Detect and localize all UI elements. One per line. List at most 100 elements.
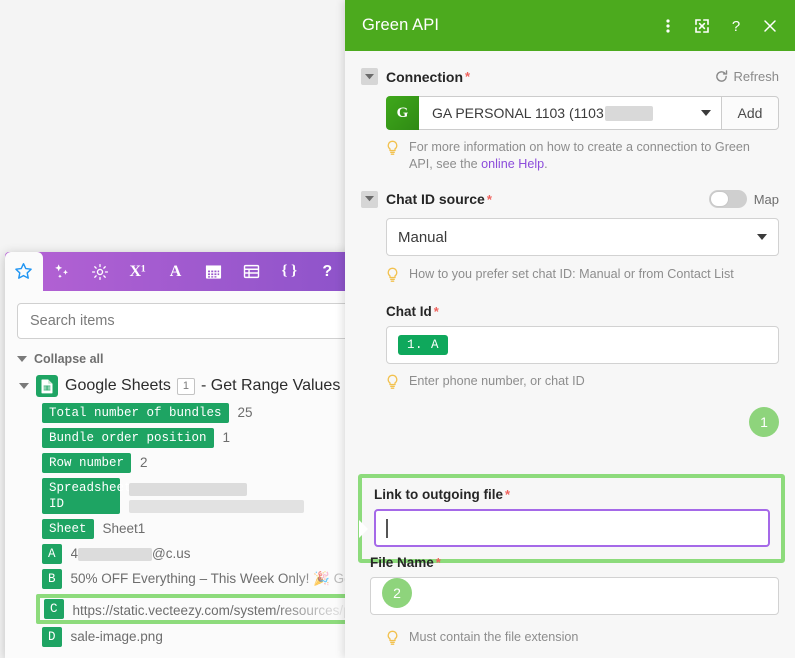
close-icon[interactable] <box>761 17 779 35</box>
item-chip[interactable]: Spreadsheet ID <box>42 478 120 514</box>
help-icon[interactable]: ? <box>727 17 745 35</box>
caret-down-icon <box>17 356 27 362</box>
search-area: Search items <box>5 291 384 339</box>
connection-select[interactable]: GA PERSONAL 1103 (1103 <box>419 96 721 130</box>
item-value: https://static.vecteezy.com/system/resou… <box>73 601 355 618</box>
item-chip[interactable]: Sheet <box>42 519 94 539</box>
calendar-tab[interactable] <box>195 252 233 291</box>
text-a-icon: A <box>170 263 182 281</box>
list-item[interactable]: Sheet Sheet1 <box>42 519 384 539</box>
favorites-tab[interactable] <box>5 252 43 291</box>
online-help-link[interactable]: online Help <box>481 157 544 171</box>
node-name: Google Sheets <box>65 377 171 395</box>
file-name-label: File Name <box>370 555 434 570</box>
list-item[interactable]: D sale-image.png <box>42 627 384 647</box>
chat-id-source-label: Chat ID source <box>386 191 485 207</box>
caret-down-icon[interactable] <box>19 383 29 389</box>
text-cursor <box>386 519 388 538</box>
node-index-badge: 1 <box>177 378 195 395</box>
tree-node-title: Google Sheets 1 - Get Range Values <box>65 377 340 395</box>
item-chip[interactable]: Total number of bundles <box>42 403 229 423</box>
chat-id-source-collapse-toggle[interactable] <box>361 191 378 208</box>
item-chip[interactable]: B <box>42 569 62 589</box>
list-item[interactable]: Spreadsheet ID <box>42 478 384 514</box>
list-item[interactable]: A 4@c.us <box>42 544 384 564</box>
settings-tab[interactable] <box>81 252 119 291</box>
chat-id-source-hint-text: How to you prefer set chat ID: Manual or… <box>409 266 734 288</box>
chat-id-required-mark: * <box>434 304 439 319</box>
dialog-header: Green API ? <box>345 0 795 51</box>
list-item-highlighted[interactable]: C https://static.vecteezy.com/system/res… <box>36 594 384 624</box>
text-tab[interactable]: A <box>157 252 195 291</box>
table-tab[interactable] <box>232 252 270 291</box>
list-item[interactable]: B 50% OFF Everything – This Week Only! 🎉… <box>42 569 384 589</box>
item-chip[interactable]: D <box>42 627 62 647</box>
item-value: Sheet1 <box>103 519 146 536</box>
connection-required-mark: * <box>465 69 470 84</box>
file-name-hint: Must contain the file extension <box>386 629 779 651</box>
item-value: 1 <box>223 428 231 445</box>
magic-tab[interactable] <box>43 252 81 291</box>
list-item[interactable]: Row number 2 <box>42 453 384 473</box>
file-name-input[interactable] <box>370 577 779 615</box>
file-name-hint-text: Must contain the file extension <box>409 629 578 651</box>
chevron-down-icon <box>701 110 711 116</box>
chat-id-source-required-mark: * <box>487 192 492 207</box>
question-icon: ? <box>322 263 332 281</box>
code-tab[interactable]: { } <box>270 252 308 291</box>
link-to-outgoing-file-field: Link to outgoing file * <box>358 474 785 563</box>
braces-icon: { } <box>282 263 298 280</box>
item-value: 4@c.us <box>71 544 191 561</box>
chat-id-source-select[interactable]: Manual <box>386 218 779 256</box>
chat-id-token[interactable]: 1. A <box>398 335 448 355</box>
item-chip[interactable]: Bundle order position <box>42 428 214 448</box>
item-chip[interactable]: Row number <box>42 453 131 473</box>
item-value: 2 <box>140 453 148 470</box>
step-badge-2: 2 <box>382 578 412 608</box>
chat-id-field: Chat Id * 1. A <box>386 304 779 364</box>
node-suffix: - Get Range Values <box>201 377 340 395</box>
chat-id-source-value: Manual <box>398 229 751 246</box>
connection-selected-value: GA PERSONAL 1103 (1103 <box>432 105 695 122</box>
more-options-icon[interactable] <box>659 17 677 35</box>
step-badge-1: 1 <box>749 407 779 437</box>
expand-icon[interactable] <box>693 17 711 35</box>
map-toggle-group: Map <box>709 190 779 208</box>
panel-toolbar: X¹ A <box>5 252 384 291</box>
list-item[interactable]: Total number of bundles 25 <box>42 403 384 423</box>
refresh-button[interactable]: Refresh <box>715 69 779 84</box>
add-connection-button[interactable]: Add <box>721 96 779 130</box>
lightbulb-icon <box>386 630 402 651</box>
item-value-masked <box>129 478 304 513</box>
tree-node-google-sheets[interactable]: Google Sheets 1 - Get Range Values <box>17 375 384 397</box>
lightbulb-icon <box>386 267 402 288</box>
help-tab[interactable]: ? <box>308 252 346 291</box>
superscript-tab[interactable]: X¹ <box>119 252 157 291</box>
items-tree: Collapse all <box>5 339 384 647</box>
dialog-title: Green API <box>362 16 659 35</box>
lightbulb-icon <box>386 374 402 395</box>
item-chip[interactable]: C <box>44 599 64 619</box>
green-api-logo-icon: G <box>386 96 419 130</box>
link-to-outgoing-file-required-mark: * <box>505 487 510 502</box>
item-chip[interactable]: A <box>42 544 62 564</box>
items-panel: X¹ A <box>5 252 384 658</box>
chat-id-input[interactable]: 1. A <box>386 326 779 364</box>
connection-hint: For more information on how to create a … <box>386 139 779 173</box>
refresh-label: Refresh <box>733 69 779 84</box>
chat-id-source-hint: How to you prefer set chat ID: Manual or… <box>386 266 779 288</box>
list-item[interactable]: Bundle order position 1 <box>42 428 384 448</box>
chevron-down-icon <box>757 234 767 240</box>
screen-root: Green API ? <box>0 0 795 658</box>
chat-id-source-field: Manual <box>386 218 779 256</box>
connection-hint-text: For more information on how to create a … <box>409 139 775 173</box>
link-to-outgoing-file-input[interactable] <box>374 509 770 547</box>
chat-id-label: Chat Id <box>386 304 432 319</box>
search-input[interactable]: Search items <box>17 303 372 339</box>
collapse-all-button[interactable]: Collapse all <box>17 352 384 366</box>
dialog-header-actions: ? <box>659 17 779 35</box>
item-value: 25 <box>238 403 253 420</box>
file-name-required-mark: * <box>436 555 441 570</box>
connection-collapse-toggle[interactable] <box>361 68 378 85</box>
map-toggle[interactable] <box>709 190 747 208</box>
